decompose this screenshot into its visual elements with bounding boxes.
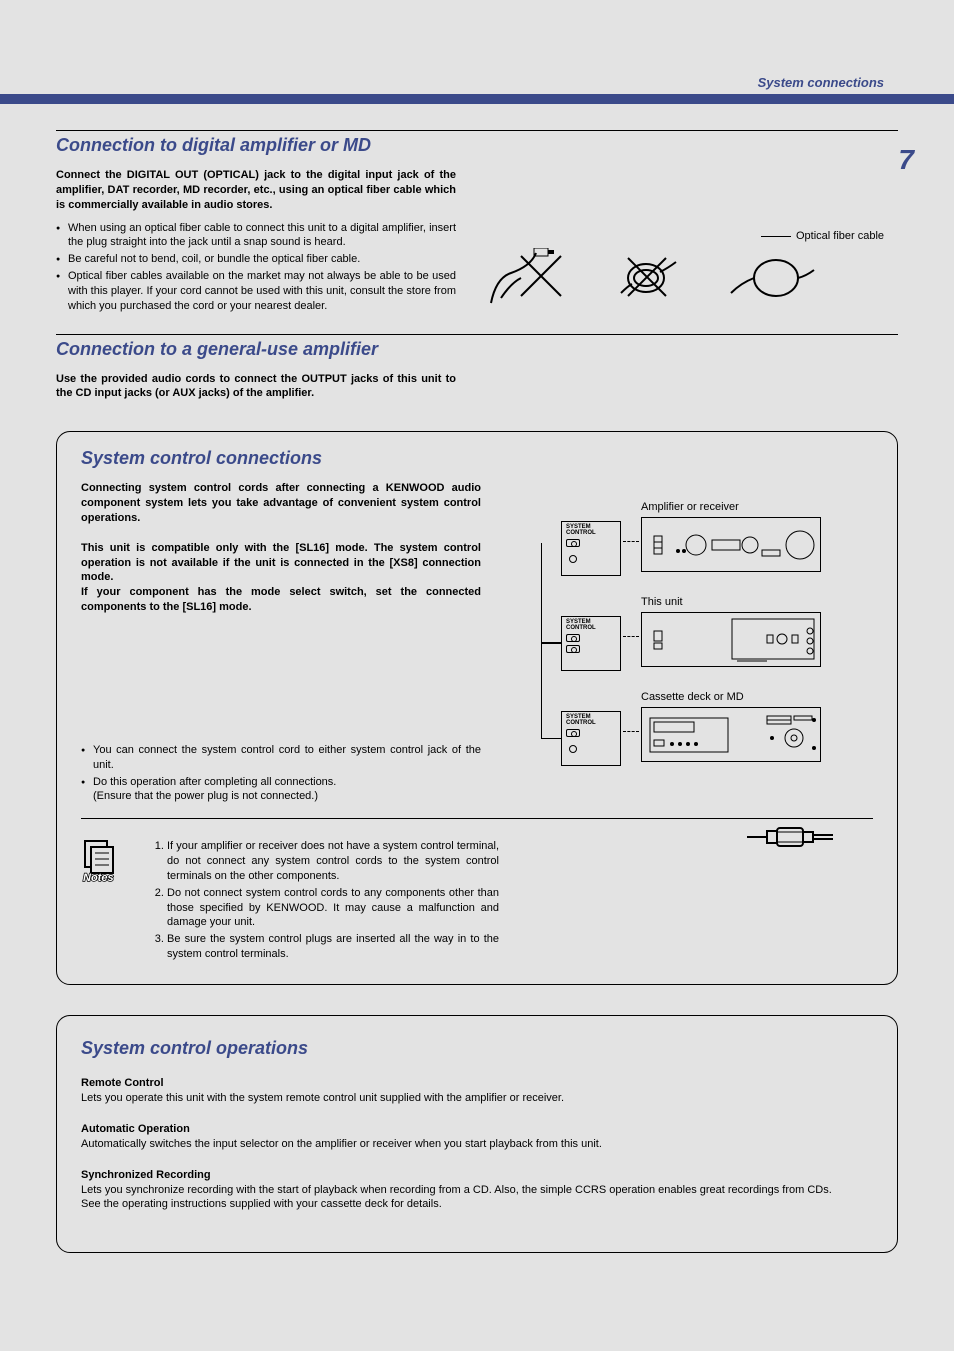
section1-text: Connect the DIGITAL OUT (OPTICAL) jack t… xyxy=(56,168,456,316)
system-control-label: SYSTEM CONTROL xyxy=(566,619,616,631)
cassette-deck-label: Cassette deck or MD xyxy=(641,691,873,703)
s3-p2: This unit is compatible only with the [S… xyxy=(81,541,481,586)
page-number: 7 xyxy=(898,144,914,176)
fiber-cable-label: Optical fiber cable xyxy=(796,230,884,242)
s3-bullet: Do this operation after completing all c… xyxy=(81,775,481,805)
section3-text: Connecting system control cords after co… xyxy=(81,481,481,806)
section-rule xyxy=(56,334,898,335)
header-rule xyxy=(0,94,954,104)
section-title-syscontrol: System control connections xyxy=(81,448,873,469)
this-unit-label: This unit xyxy=(641,596,873,608)
section-rule xyxy=(56,130,898,131)
s3-bullet: You can connect the system control cord … xyxy=(81,743,481,773)
s2-intro: Use the provided audio cords to connect … xyxy=(56,372,456,402)
svg-text:Notes: Notes xyxy=(83,872,114,883)
divider xyxy=(81,818,873,819)
ops-text: Lets you synchronize recording with the … xyxy=(81,1183,873,1198)
this-unit xyxy=(641,612,821,667)
notes-list: If your amplifier or receiver does not h… xyxy=(149,839,499,964)
cassette-unit xyxy=(641,707,821,762)
s1-bullet: Optical fiber cables available on the ma… xyxy=(56,269,456,314)
fiber-wrong-icon xyxy=(616,248,686,308)
ops-text: See the operating instructions supplied … xyxy=(81,1197,873,1212)
system-control-label: SYSTEM CONTROL xyxy=(566,524,616,536)
plug-icon xyxy=(747,822,837,852)
page-content: Connection to digital amplifier or MD Co… xyxy=(56,130,898,1253)
ops-subhead-auto: Automatic Operation xyxy=(81,1122,873,1137)
section-title-ops: System control operations xyxy=(81,1036,873,1060)
fiber-correct-icon xyxy=(726,248,816,308)
s3-p3: If your component has the mode select sw… xyxy=(81,585,481,615)
header-category: System connections xyxy=(758,75,884,90)
fiber-diagram: Optical fiber cable xyxy=(486,168,898,316)
notes-icon: Notes xyxy=(81,839,129,888)
ops-subhead-remote: Remote Control xyxy=(81,1076,873,1091)
note-item: Do not connect system control cords to a… xyxy=(167,886,499,931)
amplifier-unit xyxy=(641,517,821,572)
amplifier-label: Amplifier or receiver xyxy=(641,501,873,513)
ops-text: Lets you operate this unit with the syst… xyxy=(81,1091,873,1106)
s3-p1: Connecting system control cords after co… xyxy=(81,481,481,526)
system-control-operations-box: System control operations Remote Control… xyxy=(56,1015,898,1253)
section-title-general: Connection to a general-use amplifier xyxy=(56,339,898,360)
s1-intro: Connect the DIGITAL OUT (OPTICAL) jack t… xyxy=(56,168,456,213)
s1-bullet: Be careful not to bend, coil, or bundle … xyxy=(56,252,456,267)
section2-text: Use the provided audio cords to connect … xyxy=(56,372,456,402)
s1-bullet: When using an optical fiber cable to con… xyxy=(56,221,456,251)
note-item: If your amplifier or receiver does not h… xyxy=(167,839,499,884)
ops-subhead-sync: Synchronized Recording xyxy=(81,1168,873,1183)
system-diagram: SYSTEM CONTROL SYSTEM CONTROL SYSTEM CON… xyxy=(511,481,873,781)
section-title-digital: Connection to digital amplifier or MD xyxy=(56,135,898,156)
system-control-connections-box: System control connections Connecting sy… xyxy=(56,431,898,985)
note-item: Be sure the system control plugs are ins… xyxy=(167,932,499,962)
ops-text: Automatically switches the input selecto… xyxy=(81,1137,873,1152)
fiber-wrong-icon xyxy=(486,248,576,308)
system-control-label: SYSTEM CONTROL xyxy=(566,714,616,726)
